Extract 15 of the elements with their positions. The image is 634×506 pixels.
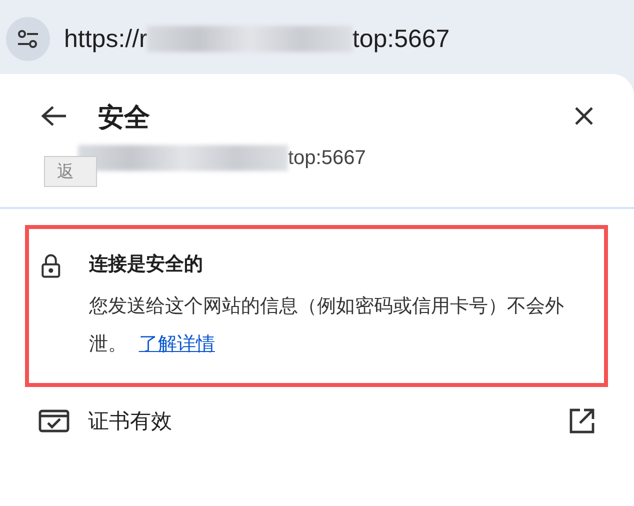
external-link-icon[interactable]	[568, 407, 596, 435]
close-icon	[574, 106, 594, 126]
connection-description: 您发送给这个网站的信息（例如密码或信用卡号）不会外泄。 了解详情	[88, 294, 565, 357]
url-text[interactable]: top:5667	[352, 24, 450, 54]
tooltip: 返	[44, 156, 97, 187]
url-text[interactable]: https://r	[64, 24, 148, 54]
popup-title: 安全	[98, 102, 151, 135]
certificate-icon	[38, 408, 70, 434]
site-text: top:5667	[288, 146, 366, 170]
certificate-label[interactable]: 证书有效	[88, 407, 550, 435]
back-arrow-icon	[41, 105, 67, 127]
learn-more-link[interactable]: 了解详情	[138, 333, 215, 355]
site-settings-button[interactable]	[6, 17, 50, 61]
tune-icon	[17, 29, 39, 49]
connection-title: 连接是安全的	[88, 252, 204, 277]
